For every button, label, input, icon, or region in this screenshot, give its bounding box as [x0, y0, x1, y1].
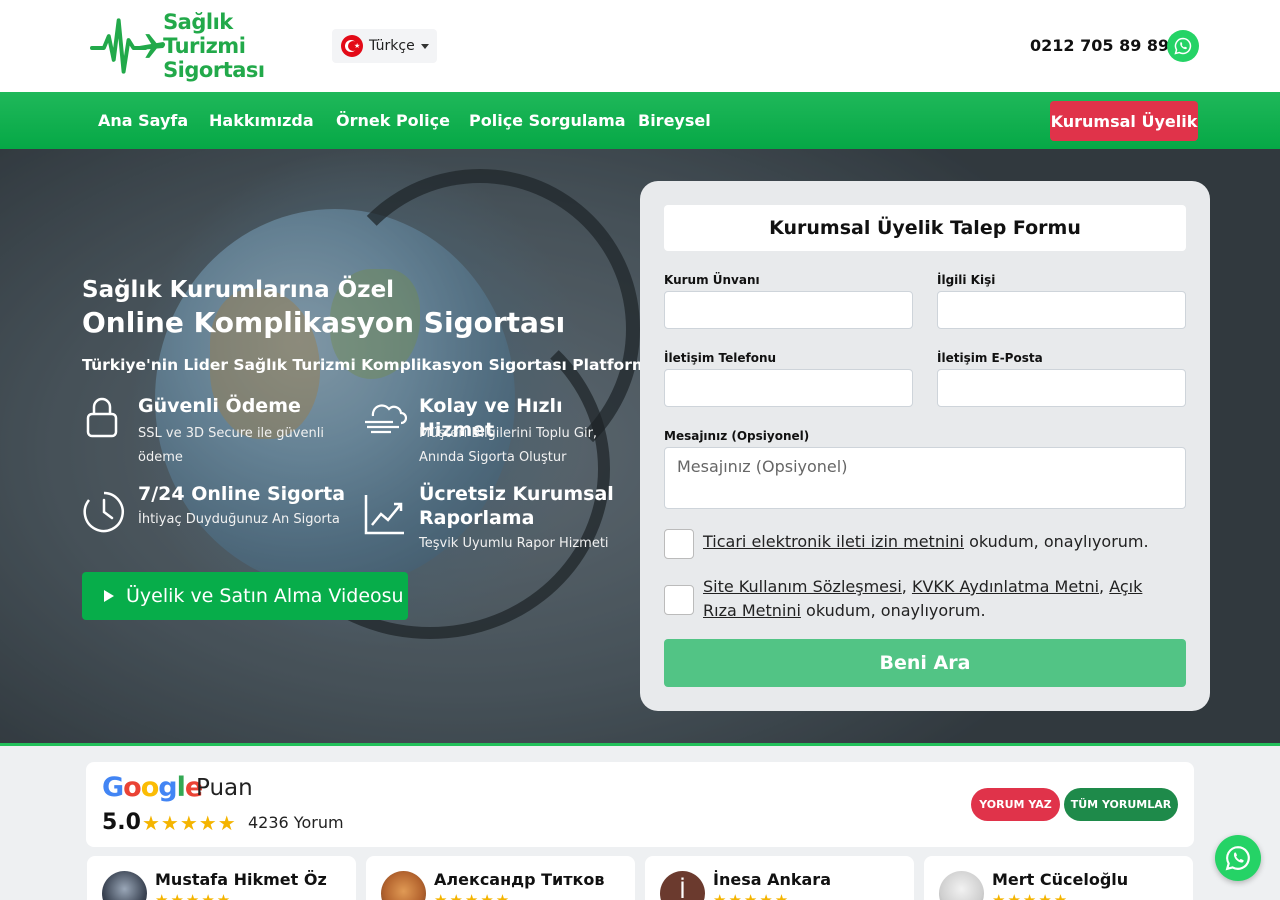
consent-suffix: okudum, onaylıyorum.	[800, 601, 986, 620]
all-reviews-button[interactable]: TÜM YORUMLAR	[1064, 788, 1178, 821]
hero-subtitle: Sağlık Kurumlarına Özel	[82, 277, 395, 303]
logo-text: Sağlık Turizmi Sigortası	[163, 10, 320, 82]
review-stars: ★★★★★	[992, 891, 1070, 900]
rating-score: 5.0	[102, 810, 141, 835]
phone-number[interactable]: 0212 705 89 89	[1030, 36, 1169, 55]
review-stars: ★★★★★	[434, 891, 512, 900]
turkey-flag-icon: ★	[341, 35, 363, 57]
play-icon	[104, 590, 114, 602]
feature-title: 7/24 Online Sigorta	[138, 483, 346, 505]
whatsapp-float-button[interactable]	[1215, 835, 1261, 881]
nav-item-police-sorgulama[interactable]: Poliçe Sorgulama	[469, 111, 626, 130]
feature-reporting: Ücretsiz Kurumsal Raporlama Teşvik Uyuml…	[363, 482, 643, 562]
form-title: Kurumsal Üyelik Talep Formu	[664, 205, 1186, 251]
top-header: Sağlık Turizmi Sigortası ★ Türkçe 0212 7…	[0, 0, 1280, 92]
kurum-input[interactable]	[664, 291, 913, 329]
write-review-button[interactable]: YORUM YAZ	[971, 788, 1060, 821]
review-card[interactable]: İ İnesa Ankara ★★★★★	[645, 856, 914, 900]
telefon-input[interactable]	[664, 369, 913, 407]
chevron-down-icon	[420, 44, 429, 49]
feature-description: Müşteri Bilgilerini Toplu Gir, Anında Si…	[419, 426, 598, 465]
logo-line-1: Sağlık Turizmi	[163, 10, 246, 58]
terms-link[interactable]: Site Kullanım Sözleşmesi	[703, 577, 902, 596]
avatar	[102, 871, 147, 900]
mesaj-label: Mesajınız (Opsiyonel)	[664, 429, 810, 443]
feature-description: Teşvik Uyumlu Rapor Hizmeti	[419, 536, 609, 551]
consent-suffix: okudum, onaylıyorum.	[964, 532, 1149, 551]
feature-secure-payment: Güvenli Ödeme SSL ve 3D Secure ile güven…	[82, 394, 352, 466]
membership-video-button[interactable]: Üyelik ve Satın Alma Videosu	[82, 572, 408, 620]
rating-label: Puan	[196, 775, 253, 801]
whatsapp-button[interactable]	[1167, 30, 1199, 62]
feature-description: İhtiyaç Duyduğunuz An Sigorta	[138, 512, 340, 527]
video-button-label: Üyelik ve Satın Alma Videosu	[126, 585, 404, 607]
wind-icon	[365, 404, 407, 434]
kisi-input[interactable]	[937, 291, 1186, 329]
heartbeat-plane-icon	[90, 18, 166, 74]
consent-checkbox-commercial[interactable]	[664, 529, 694, 559]
review-stars: ★★★★★	[155, 891, 233, 900]
feature-description: SSL ve 3D Secure ile güvenli ödeme	[138, 426, 324, 465]
message-textarea[interactable]	[664, 447, 1186, 509]
whatsapp-icon	[1225, 846, 1250, 871]
google-logo: Google	[102, 772, 203, 803]
membership-request-form: Kurumsal Üyelik Talep Formu Kurum Ünvanı…	[640, 181, 1210, 711]
eposta-input[interactable]	[937, 369, 1186, 407]
clock-icon	[83, 491, 124, 533]
nav-item-ana-sayfa[interactable]: Ana Sayfa	[98, 111, 188, 130]
consent-text-terms: Site Kullanım Sözleşmesi, KVKK Aydınlatm…	[703, 575, 1173, 623]
rating-stars: ★★★★★	[142, 811, 237, 835]
review-card[interactable]: Александр Титков ★★★★★	[366, 856, 635, 900]
separator: ,	[1099, 577, 1110, 596]
chart-icon	[364, 495, 404, 535]
kurum-label: Kurum Ünvanı	[664, 273, 760, 287]
review-card[interactable]: Mert Cüceloğlu ★★★★★	[924, 856, 1193, 900]
kisi-label: İlgili Kişi	[937, 273, 996, 287]
consent-checkbox-terms[interactable]	[664, 585, 694, 615]
avatar: İ	[660, 871, 705, 900]
review-stars: ★★★★★	[713, 891, 791, 900]
telefon-label: İletişim Telefonu	[664, 351, 777, 365]
avatar	[939, 871, 984, 900]
consent-text-commercial: Ticari elektronik ileti izin metnini oku…	[703, 530, 1173, 554]
nav-item-bireysel[interactable]: Bireysel	[638, 111, 711, 130]
feature-online-insurance: 7/24 Online Sigorta İhtiyaç Duyduğunuz A…	[82, 482, 352, 542]
reviewer-name: İnesa Ankara	[713, 870, 831, 889]
whatsapp-icon	[1174, 37, 1192, 55]
eposta-label: İletişim E-Posta	[937, 351, 1043, 365]
google-rating-card: Google Puan 5.0 ★★★★★ 4236 Yorum YORUM Y…	[86, 762, 1194, 847]
hero-tagline: Türkiye'nin Lider Sağlık Turizmi Komplik…	[82, 356, 660, 374]
review-count: 4236 Yorum	[248, 813, 344, 832]
feature-easy-service: Kolay ve Hızlı Hizmet Müşteri Bilgilerin…	[363, 394, 643, 466]
reviewer-name: Mustafa Hikmet Öz	[155, 870, 327, 889]
kvkk-link[interactable]: KVKK Aydınlatma Metni	[912, 577, 1099, 596]
hero-section: Sağlık Kurumlarına Özel Online Komplikas…	[0, 149, 1280, 743]
feature-title: Ücretsiz Kurumsal Raporlama	[419, 483, 614, 529]
language-label: Türkçe	[369, 38, 415, 54]
separator: ,	[901, 577, 912, 596]
corporate-membership-button[interactable]: Kurumsal Üyelik	[1050, 101, 1198, 141]
reviewer-name: Александр Титков	[434, 870, 605, 889]
nav-item-ornek-police[interactable]: Örnek Poliçe	[336, 111, 450, 130]
call-me-button[interactable]: Beni Ara	[664, 639, 1186, 687]
main-nav: Ana Sayfa Hakkımızda Örnek Poliçe Poliçe…	[0, 92, 1280, 149]
logo-line-2: Sigortası	[163, 58, 265, 82]
site-logo[interactable]: Sağlık Turizmi Sigortası	[90, 10, 320, 82]
avatar-initial: İ	[679, 879, 686, 900]
avatar	[381, 871, 426, 900]
nav-item-hakkimizda[interactable]: Hakkımızda	[209, 111, 314, 130]
hero-title: Online Komplikasyon Sigortası	[82, 306, 566, 339]
feature-title: Güvenli Ödeme	[138, 395, 301, 417]
review-card[interactable]: Mustafa Hikmet Öz ★★★★★	[87, 856, 356, 900]
commercial-consent-link[interactable]: Ticari elektronik ileti izin metnini	[703, 532, 964, 551]
lock-icon	[86, 397, 118, 438]
section-divider	[0, 743, 1280, 746]
reviewer-name: Mert Cüceloğlu	[992, 870, 1129, 889]
language-selector[interactable]: ★ Türkçe	[332, 29, 437, 63]
